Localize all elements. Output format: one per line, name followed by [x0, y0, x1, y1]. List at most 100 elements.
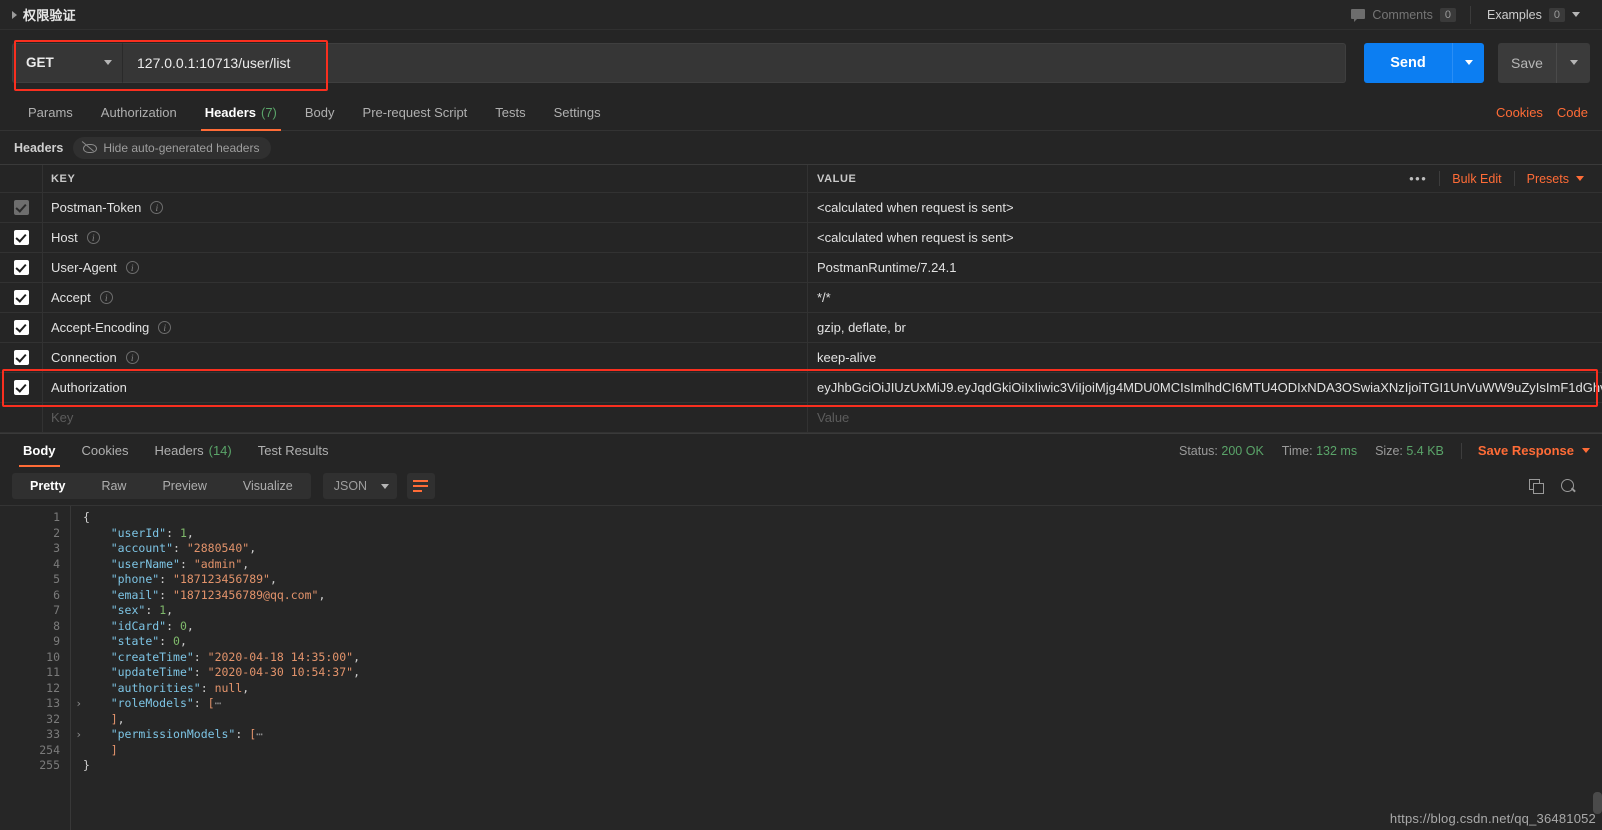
wrap-lines-button[interactable]: [406, 473, 435, 499]
new-key-input[interactable]: Key: [43, 403, 808, 432]
row-checkbox[interactable]: [13, 200, 29, 215]
bulk-edit-button[interactable]: Bulk Edit: [1440, 172, 1513, 186]
code-token: "admin": [193, 556, 243, 571]
chevron-down-icon[interactable]: [104, 60, 112, 65]
examples-count: 0: [1548, 7, 1565, 22]
view-mode-preview[interactable]: Preview: [144, 473, 224, 499]
table-row[interactable]: Connection i keep-alive: [0, 343, 1602, 373]
code-link[interactable]: Code: [1557, 105, 1588, 120]
view-mode-raw[interactable]: Raw: [83, 473, 144, 499]
hide-auto-generated-headers-button[interactable]: Hide auto-generated headers: [73, 136, 272, 159]
table-row[interactable]: Accept i */*: [0, 283, 1602, 313]
search-icon[interactable]: [1561, 478, 1576, 494]
request-tab-pre-request-script[interactable]: Pre-request Script: [349, 95, 482, 130]
url-input[interactable]: 127.0.0.1:10713/user/list: [122, 42, 1346, 83]
response-tab-test-results[interactable]: Test Results: [245, 434, 342, 467]
view-mode-pretty[interactable]: Pretty: [12, 473, 83, 499]
value-cell[interactable]: gzip, deflate, br: [808, 313, 1602, 342]
breadcrumb[interactable]: 权限验证: [0, 5, 76, 24]
expand-triangle-icon[interactable]: [12, 10, 17, 19]
send-button[interactable]: Send: [1364, 42, 1452, 83]
cookies-link[interactable]: Cookies: [1496, 105, 1543, 120]
new-value-input[interactable]: Value: [808, 403, 1602, 432]
row-checkbox[interactable]: [13, 260, 29, 275]
value-cell[interactable]: keep-alive: [808, 343, 1602, 372]
copy-icon[interactable]: [1529, 479, 1544, 494]
code-token: ,: [242, 556, 250, 571]
code-line: "idCard": 0,: [83, 619, 1602, 635]
key-cell[interactable]: Connection i: [43, 343, 808, 372]
line-number: 7: [53, 603, 60, 617]
request-tab-settings[interactable]: Settings: [540, 95, 615, 130]
row-checkbox[interactable]: [13, 290, 29, 305]
value-cell[interactable]: <calculated when request is sent>: [808, 223, 1602, 252]
header-value: PostmanRuntime/7.24.1: [817, 260, 957, 275]
info-icon[interactable]: i: [99, 291, 113, 304]
table-row[interactable]: User-Agent i PostmanRuntime/7.24.1: [0, 253, 1602, 283]
row-checkbox[interactable]: [13, 350, 29, 365]
chevron-down-icon: [1569, 60, 1578, 65]
view-mode-visualize[interactable]: Visualize: [225, 473, 311, 499]
key-cell[interactable]: Authorization: [43, 373, 808, 402]
info-icon[interactable]: i: [158, 321, 172, 334]
value-cell[interactable]: eyJhbGciOiJIUzUxMiJ9.eyJqdGkiOiIxIiwic3V…: [808, 373, 1602, 402]
key-cell[interactable]: User-Agent i: [43, 253, 808, 282]
request-tab-headers[interactable]: Headers (7): [191, 95, 291, 131]
table-row[interactable]: Host i <calculated when request is sent>: [0, 223, 1602, 253]
fold-arrow-icon[interactable]: ›: [75, 696, 82, 712]
response-body-code[interactable]: 1 2 3 4 5 6 7 8 9 10 11 12 13 › 32 33 › 254 255 { "userId"…: [0, 505, 1602, 830]
chevron-down-icon[interactable]: [1572, 12, 1580, 17]
send-options-button[interactable]: [1452, 42, 1484, 83]
request-tab-authorization[interactable]: Authorization: [87, 95, 191, 130]
row-checkbox[interactable]: [13, 380, 29, 395]
response-tab-headers[interactable]: Headers (14): [141, 434, 244, 467]
code-token: "187123456789@qq.com": [173, 587, 319, 602]
line-number: 2: [53, 525, 60, 540]
new-header-row[interactable]: Key Value: [0, 403, 1602, 433]
table-row[interactable]: Authorization eyJhbGciOiJIUzUxMiJ9.eyJqdG…: [0, 373, 1602, 403]
http-method-select[interactable]: GET: [12, 42, 122, 83]
line-number: 255: [39, 758, 60, 772]
code-token: "187123456789": [173, 572, 270, 586]
code-token: :: [200, 680, 215, 695]
key-cell[interactable]: Accept i: [43, 283, 808, 312]
response-tab-cookies[interactable]: Cookies: [69, 434, 142, 467]
more-options-icon[interactable]: •••: [1397, 171, 1439, 186]
info-icon[interactable]: i: [150, 201, 164, 214]
header-key: Accept-Encoding: [51, 320, 150, 335]
row-checkbox[interactable]: [13, 230, 29, 245]
request-tab-tests[interactable]: Tests: [481, 95, 539, 130]
format-select[interactable]: JSON: [322, 473, 397, 499]
save-button[interactable]: Save: [1498, 42, 1556, 83]
response-tab-body[interactable]: Body: [10, 434, 69, 467]
value-cell[interactable]: <calculated when request is sent>: [808, 193, 1602, 222]
presets-button[interactable]: Presets: [1515, 172, 1592, 186]
value-cell[interactable]: */*: [808, 283, 1602, 312]
info-icon[interactable]: i: [125, 351, 139, 364]
value-cell[interactable]: PostmanRuntime/7.24.1: [808, 253, 1602, 282]
headers-table: KEY VALUE ••• Bulk Edit Presets Postman-…: [0, 164, 1602, 433]
request-tab-body[interactable]: Body: [291, 95, 349, 130]
save-response-button[interactable]: Save Response: [1462, 443, 1590, 458]
code-token: ,: [179, 634, 187, 648]
key-cell[interactable]: Postman-Token i: [43, 193, 808, 222]
code-area[interactable]: { "userId": 1, "account": "2880540", "us…: [70, 506, 1602, 830]
fold-arrow-icon[interactable]: ›: [75, 727, 82, 743]
table-header-row: KEY VALUE ••• Bulk Edit Presets: [0, 165, 1602, 193]
code-token: :: [159, 634, 174, 648]
info-icon[interactable]: i: [86, 231, 100, 244]
table-row[interactable]: Postman-Token i <calculated when request i…: [0, 193, 1602, 223]
examples-button[interactable]: Examples 0: [1471, 7, 1590, 22]
save-options-button[interactable]: [1556, 42, 1590, 83]
request-tab-params[interactable]: Params: [14, 95, 87, 130]
row-checkbox[interactable]: [13, 320, 29, 335]
headers-section-title: Headers: [14, 140, 64, 155]
info-icon[interactable]: i: [125, 261, 139, 274]
line-number: 10: [46, 649, 60, 664]
comments-button[interactable]: Comments 0: [1337, 7, 1470, 22]
code-token: "sex": [110, 603, 146, 617]
tab-label: Tests: [495, 105, 526, 120]
key-cell[interactable]: Host i: [43, 223, 808, 252]
key-cell[interactable]: Accept-Encoding i: [43, 313, 808, 342]
table-row[interactable]: Accept-Encoding i gzip, deflate, br: [0, 313, 1602, 343]
